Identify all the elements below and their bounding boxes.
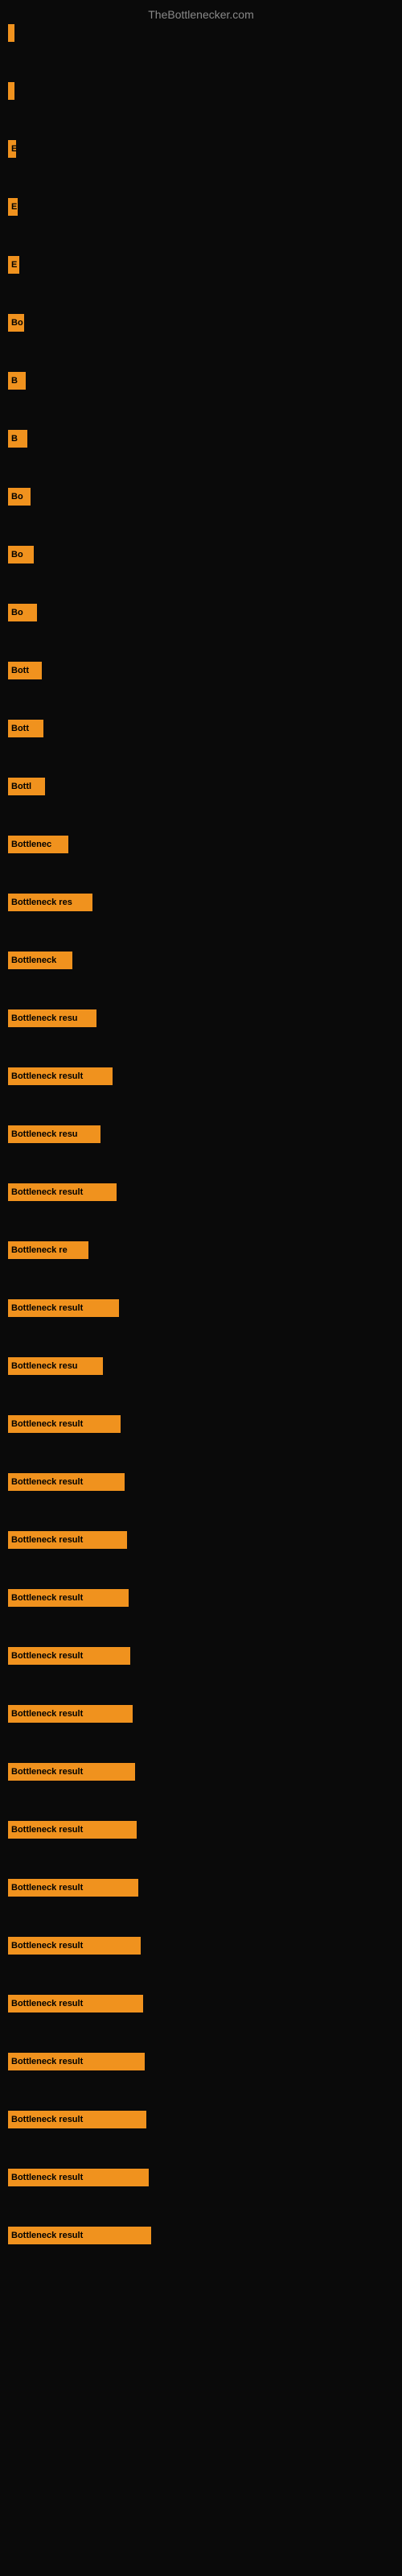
bar-label: Bottleneck result	[11, 1767, 83, 1777]
list-item: E	[8, 256, 394, 274]
list-item: Bottleneck result	[8, 2169, 394, 2186]
list-item: Bottleneck result	[8, 1415, 394, 1433]
bar-label: E	[11, 202, 17, 212]
list-item: Bo	[8, 314, 394, 332]
list-item: Bottleneck result	[8, 1589, 394, 1607]
bar-label: Bottleneck result	[11, 1709, 83, 1719]
list-item: Bottleneck resu	[8, 1009, 394, 1027]
list-item: Bottleneck result	[8, 1183, 394, 1201]
list-item: Bottleneck result	[8, 2111, 394, 2128]
list-item: Bottleneck result	[8, 1995, 394, 2013]
list-item: Bo	[8, 546, 394, 564]
list-item: B	[8, 430, 394, 448]
list-item: Bottleneck result	[8, 1531, 394, 1549]
list-item: Bottlenec	[8, 836, 394, 853]
bar-label: Bottleneck result	[11, 2173, 83, 2182]
list-item: Bo	[8, 604, 394, 621]
bar-label: Bottleneck resu	[11, 1361, 78, 1371]
list-item: Bottleneck result	[8, 1647, 394, 1665]
bar-label: Bottleneck result	[11, 1651, 83, 1661]
bar-label: B	[11, 376, 18, 386]
bar-label: E	[11, 144, 16, 154]
list-item: Bottleneck result	[8, 1937, 394, 1955]
list-item: Bo	[8, 488, 394, 506]
bar-label: Bottleneck result	[11, 1477, 83, 1487]
list-item: B	[8, 372, 394, 390]
list-item: Bottleneck resu	[8, 1357, 394, 1375]
bar-label: Bottleneck result	[11, 2115, 83, 2124]
list-item: Bottleneck result	[8, 1473, 394, 1491]
bar-label: Bottleneck re	[11, 1245, 68, 1255]
bar-label: Bo	[11, 318, 23, 328]
bar-label: Bottleneck result	[11, 1941, 83, 1951]
list-item: E	[8, 140, 394, 158]
bar-label: Bottleneck result	[11, 2231, 83, 2240]
list-item: Bottleneck	[8, 952, 394, 969]
list-item: Bottleneck result	[8, 1705, 394, 1723]
bar-label: Bottleneck result	[11, 1999, 83, 2008]
list-item: Bottleneck result	[8, 1067, 394, 1085]
bar-label: Bottleneck result	[11, 1883, 83, 1893]
bar-label: Bottleneck result	[11, 1303, 83, 1313]
bar-label: Bottleneck resu	[11, 1013, 78, 1023]
bar-label: Bottleneck result	[11, 1419, 83, 1429]
bar-label: Bott	[11, 724, 29, 733]
list-item	[8, 82, 394, 100]
list-item	[8, 24, 394, 42]
bar-label: Bottleneck result	[11, 1825, 83, 1835]
list-item: E	[8, 198, 394, 216]
list-item: Bottleneck result	[8, 1299, 394, 1317]
list-item: Bottleneck result	[8, 2227, 394, 2244]
bar-label: Bott	[11, 666, 29, 675]
bar-label: Bottl	[11, 782, 31, 791]
bar-label: Bottleneck result	[11, 1535, 83, 1545]
list-item: Bott	[8, 662, 394, 679]
list-item: Bottleneck res	[8, 894, 394, 911]
bar-label: Bo	[11, 608, 23, 617]
bar-label: Bottleneck result	[11, 1593, 83, 1603]
bar-label: Bottleneck res	[11, 898, 72, 907]
bar-label: E	[11, 260, 17, 270]
bar-label: Bo	[11, 492, 23, 502]
bars-container: E E E Bo B B Bo Bo Bo Bott Bott Bottl Bottlenec Bottl…	[0, 24, 402, 2285]
bar-label: Bottlenec	[11, 840, 51, 849]
list-item: Bottleneck result	[8, 1763, 394, 1781]
list-item: Bottleneck result	[8, 1821, 394, 1839]
bar-label: Bottleneck result	[11, 1071, 83, 1081]
bar-label: Bo	[11, 550, 23, 559]
list-item: Bottl	[8, 778, 394, 795]
list-item: Bottleneck resu	[8, 1125, 394, 1143]
bar-label: Bottleneck resu	[11, 1129, 78, 1139]
bar-label: B	[11, 434, 18, 444]
list-item: Bottleneck result	[8, 1879, 394, 1897]
list-item: Bottleneck result	[8, 2053, 394, 2070]
list-item: Bottleneck re	[8, 1241, 394, 1259]
bar-label: Bottleneck result	[11, 1187, 83, 1197]
list-item: Bott	[8, 720, 394, 737]
bar-label: Bottleneck result	[11, 2057, 83, 2066]
bar-label: Bottleneck	[11, 956, 56, 965]
